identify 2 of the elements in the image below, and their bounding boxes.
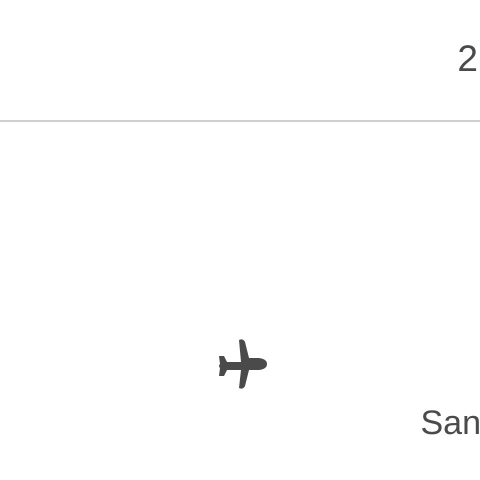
header-number: 2 <box>457 40 478 77</box>
destination-label: San <box>420 406 480 440</box>
